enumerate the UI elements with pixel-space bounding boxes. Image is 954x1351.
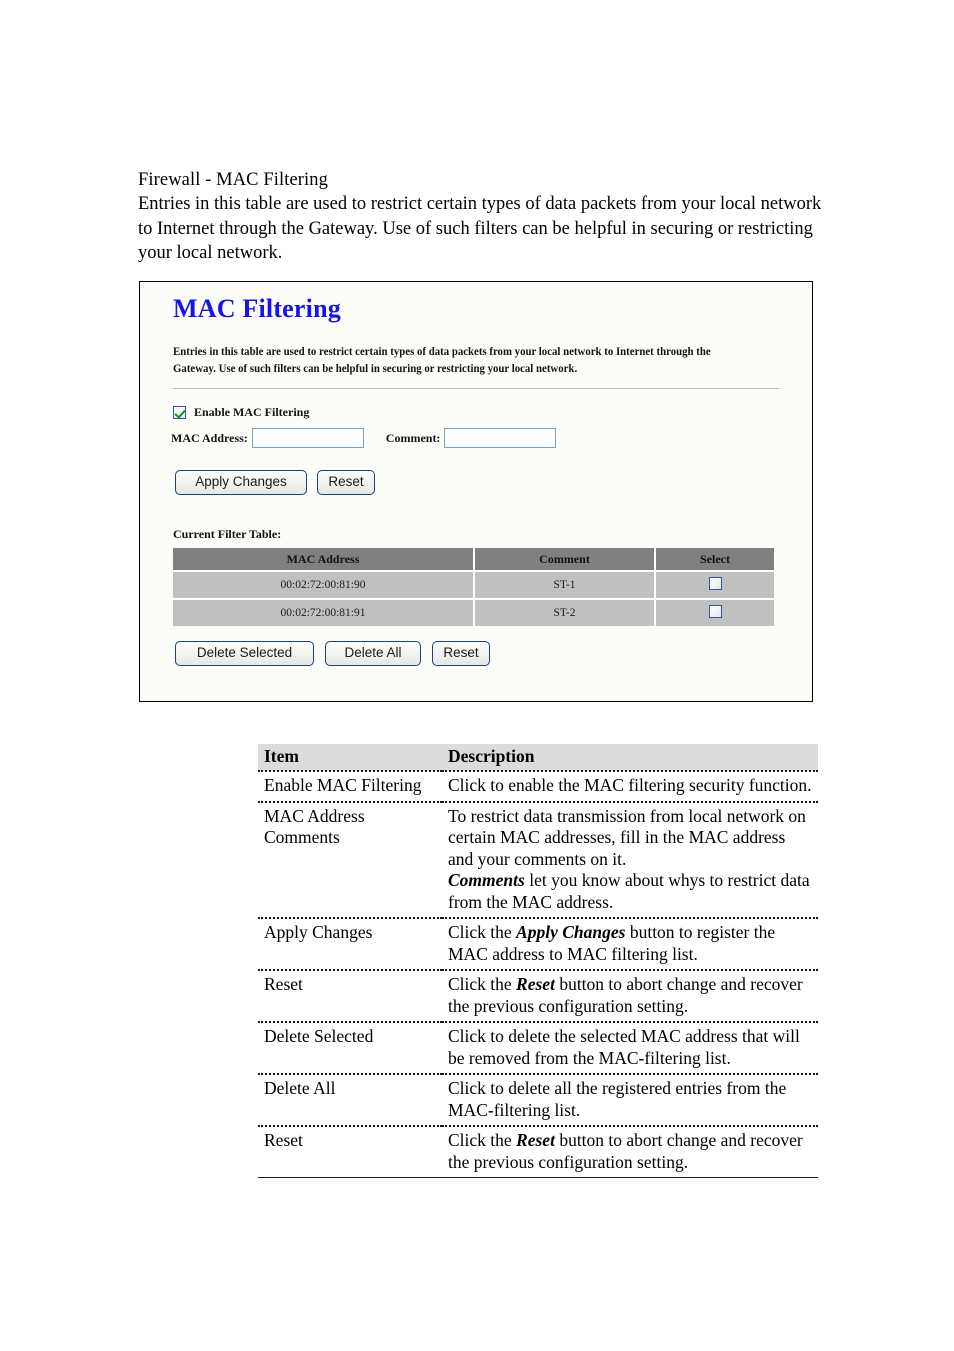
- intro-paragraph: Entries in this table are used to restri…: [138, 194, 822, 263]
- desc-description-cell: Click to delete the selected MAC address…: [442, 1022, 818, 1075]
- desc-text-fragment: Reset: [516, 974, 555, 994]
- top-button-row: Apply Changes Reset: [175, 470, 375, 495]
- mac-entry-form: MAC Address: Comment:: [171, 428, 557, 448]
- desc-text-fragment: To restrict data transmission from local…: [448, 805, 806, 869]
- filter-header-mac: MAC Address: [173, 548, 475, 571]
- desc-text-fragment: Reset: [516, 1130, 555, 1150]
- table-row: Delete All Click to delete all the regist…: [258, 1074, 818, 1127]
- desc-description-cell: Click to delete all the registered entri…: [442, 1074, 818, 1127]
- table-row: Reset Click the Reset button to abort cha…: [258, 1126, 818, 1178]
- desc-header-row: Item Description: [258, 744, 818, 772]
- filter-row-select-cell[interactable]: [655, 598, 774, 626]
- item-description-table: Item Description Enable MAC Filtering Cli…: [258, 744, 818, 1178]
- table-row: Apply Changes Click the Apply Changes but…: [258, 918, 818, 971]
- table-row: Delete Selected Click to delete the selec…: [258, 1022, 818, 1075]
- desc-table-body: Enable MAC Filtering Click to enable the …: [258, 771, 818, 1178]
- mac-filtering-panel: MAC Filtering Entries in this table are …: [139, 281, 813, 702]
- comment-input[interactable]: [444, 428, 557, 448]
- desc-header-item: Item: [258, 744, 442, 772]
- desc-text-fragment: Click to delete all the registered entri…: [448, 1078, 787, 1120]
- desc-item-cell: Reset: [258, 1126, 442, 1178]
- table-row: 00:02:72:00:81:90 ST-1: [173, 570, 774, 599]
- table-row: Reset Click the Reset button to abort cha…: [258, 970, 818, 1023]
- delete-all-button[interactable]: Delete All: [325, 641, 421, 666]
- enable-mac-filtering-row[interactable]: Enable MAC Filtering: [173, 405, 309, 420]
- comment-label: Comment:: [385, 430, 441, 445]
- desc-description-cell: Click the Apply Changes button to regist…: [442, 918, 818, 971]
- desc-text-fragment: Click the: [448, 922, 517, 942]
- desc-description-cell: Click to enable the MAC filtering securi…: [442, 771, 818, 803]
- reset-button-top[interactable]: Reset: [317, 470, 375, 495]
- desc-description-cell: Click the Reset button to abort change a…: [442, 1126, 818, 1178]
- select-row-checkbox[interactable]: [708, 605, 722, 618]
- filter-row-select-cell[interactable]: [655, 570, 774, 599]
- desc-text-fragment: Click the: [448, 974, 517, 994]
- desc-item-cell: Delete All: [258, 1074, 442, 1127]
- desc-description-cell: Click the Reset button to abort change a…: [442, 970, 818, 1023]
- enable-mac-filtering-checkbox[interactable]: [173, 406, 186, 419]
- desc-text-fragment: Click to enable the MAC filtering securi…: [448, 775, 812, 795]
- filter-header-comment: Comment: [473, 548, 657, 571]
- panel-description: Entries in this table are used to restri…: [173, 346, 711, 375]
- filter-row-mac: 00:02:72:00:81:91: [173, 598, 475, 626]
- desc-item-cell: MAC Address Comments: [258, 801, 442, 919]
- enable-mac-filtering-label: Enable MAC Filtering: [194, 405, 310, 419]
- panel-title: MAC Filtering: [173, 294, 341, 323]
- desc-description-cell: To restrict data transmission from local…: [442, 801, 818, 919]
- panel-divider: [173, 388, 779, 389]
- mac-address-label: MAC Address:: [171, 430, 248, 445]
- mac-address-input[interactable]: [251, 428, 364, 448]
- desc-item-cell: Delete Selected: [258, 1022, 442, 1075]
- desc-text-fragment: Comments: [448, 870, 525, 890]
- page-title: Firewall - MAC Filtering: [138, 170, 328, 190]
- desc-item-cell: Apply Changes: [258, 918, 442, 971]
- desc-text-fragment: Apply Changes: [516, 922, 626, 942]
- filter-table-header-row: MAC Address Comment Select: [173, 548, 774, 571]
- filter-row-comment: ST-1: [473, 570, 657, 599]
- reset-button-bottom[interactable]: Reset: [432, 641, 490, 666]
- desc-text-fragment: Click the: [448, 1130, 517, 1150]
- select-row-checkbox[interactable]: [708, 577, 722, 590]
- desc-text-fragment: Click to delete the selected MAC address…: [448, 1026, 800, 1068]
- table-row: MAC Address Comments To restrict data tra…: [258, 801, 818, 919]
- current-filter-table-label: Current Filter Table:: [173, 527, 282, 541]
- apply-changes-button[interactable]: Apply Changes: [175, 470, 307, 495]
- filter-row-mac: 00:02:72:00:81:90: [173, 570, 475, 599]
- delete-selected-button[interactable]: Delete Selected: [175, 641, 314, 666]
- desc-item-cell: Enable MAC Filtering: [258, 771, 442, 803]
- filter-row-comment: ST-2: [473, 598, 657, 626]
- table-row: Enable MAC Filtering Click to enable the …: [258, 771, 818, 803]
- desc-item-cell: Reset: [258, 970, 442, 1023]
- bottom-button-row: Delete Selected Delete All Reset: [175, 641, 490, 666]
- desc-header-description: Description: [442, 744, 818, 772]
- intro-section: Firewall - MAC Filtering Entries in this…: [138, 168, 828, 266]
- table-row: 00:02:72:00:81:91 ST-2: [173, 598, 774, 626]
- filter-header-select: Select: [655, 548, 774, 571]
- current-filter-table: MAC Address Comment Select 00:02:72:00:8…: [173, 548, 774, 626]
